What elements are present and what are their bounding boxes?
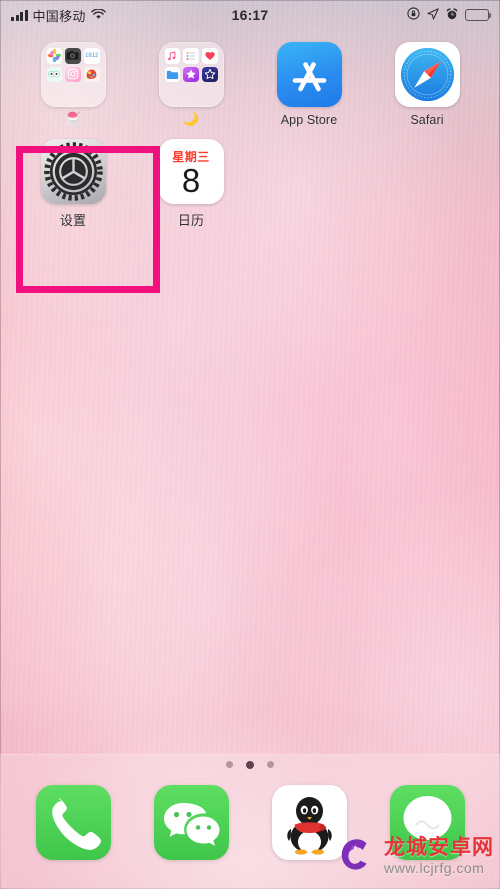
page-dot-2[interactable]: [246, 761, 254, 769]
signal-bars-icon: [11, 9, 28, 21]
battery-icon: [465, 9, 491, 21]
wifi-icon: [90, 7, 106, 23]
app-cell-app-store[interactable]: App Store: [250, 42, 368, 127]
dock-cell-phone[interactable]: [14, 784, 132, 860]
gear-icon[interactable]: [40, 139, 106, 204]
folder-1-label: 🍧: [64, 111, 82, 126]
app-cell-calendar[interactable]: 星期三 8 日历: [132, 139, 250, 229]
status-bar-left: 中国移动: [11, 6, 106, 25]
phone-handset-icon[interactable]: [35, 784, 111, 860]
red-app-icon: [83, 66, 100, 83]
app-cell-folder-1[interactable]: 1612 🍧: [14, 42, 132, 127]
page-dot-1[interactable]: [226, 761, 233, 768]
voice-memos-icon: [46, 66, 63, 83]
location-arrow-icon: [427, 7, 439, 23]
safari-label: Safari: [410, 113, 444, 127]
app-grid: 1612 🍧 🌙 App Store Safari 设置 星期三 8 日历: [0, 42, 500, 241]
dock-cell-wechat[interactable]: [132, 784, 250, 860]
files-icon: [164, 66, 181, 83]
app-cell-empty-1: [250, 139, 368, 229]
folder-1-icon[interactable]: 1612: [40, 42, 106, 107]
health-icon: [201, 48, 218, 64]
site-watermark: 龙城安卓网 www.lcjrfg.com: [332, 830, 494, 881]
watermark-url: www.lcjrfg.com: [384, 859, 485, 876]
wechat-bubbles-icon[interactable]: [153, 784, 229, 860]
photos-icon: [46, 48, 63, 64]
app-store-label: App Store: [280, 113, 338, 127]
dragon-c-logo-icon: [332, 830, 378, 881]
instagram-icon: [65, 66, 81, 83]
folder-2-label: 🌙: [182, 111, 200, 126]
folder-2-icon[interactable]: [158, 42, 224, 107]
calendar-day-number: 8: [181, 161, 201, 199]
alarm-clock-icon: [446, 7, 458, 23]
app-row-1: 1612 🍧 🌙 App Store Safari: [0, 42, 500, 127]
status-bar: 中国移动 16:17: [0, 0, 500, 30]
calendar-label: 日历: [177, 213, 205, 228]
status-bar-right: [407, 7, 491, 23]
imovie-icon: [201, 66, 218, 83]
watermark-text: 龙城安卓网 www.lcjrfg.com: [384, 837, 494, 875]
app-cell-settings[interactable]: 设置: [14, 139, 132, 229]
safari-compass-icon[interactable]: [394, 42, 460, 107]
app-cell-empty-2: [368, 139, 486, 229]
app-cell-safari[interactable]: Safari: [368, 42, 486, 127]
itunes-store-icon: [183, 66, 199, 83]
settings-label: 设置: [59, 213, 87, 228]
app-cell-folder-2[interactable]: 🌙: [132, 42, 250, 127]
camera-icon: [65, 48, 81, 64]
music-icon: [164, 48, 181, 64]
carrier-label: 中国移动: [32, 8, 86, 24]
page-dot-3[interactable]: [267, 761, 274, 768]
reminders-icon: [183, 48, 199, 64]
page-indicator[interactable]: [0, 761, 500, 769]
iphone-home-screen: 中国移动 16:17 1612 🍧 🌙 App Store Safari 设置 …: [0, 0, 500, 889]
rotation-lock-icon: [407, 7, 420, 23]
app-row-2: 设置 星期三 8 日历: [0, 139, 500, 229]
app-store-icon[interactable]: [276, 42, 342, 107]
calculator-icon: 1612: [83, 48, 100, 64]
watermark-title: 龙城安卓网: [384, 835, 494, 859]
calendar-icon[interactable]: 星期三 8: [158, 139, 224, 204]
